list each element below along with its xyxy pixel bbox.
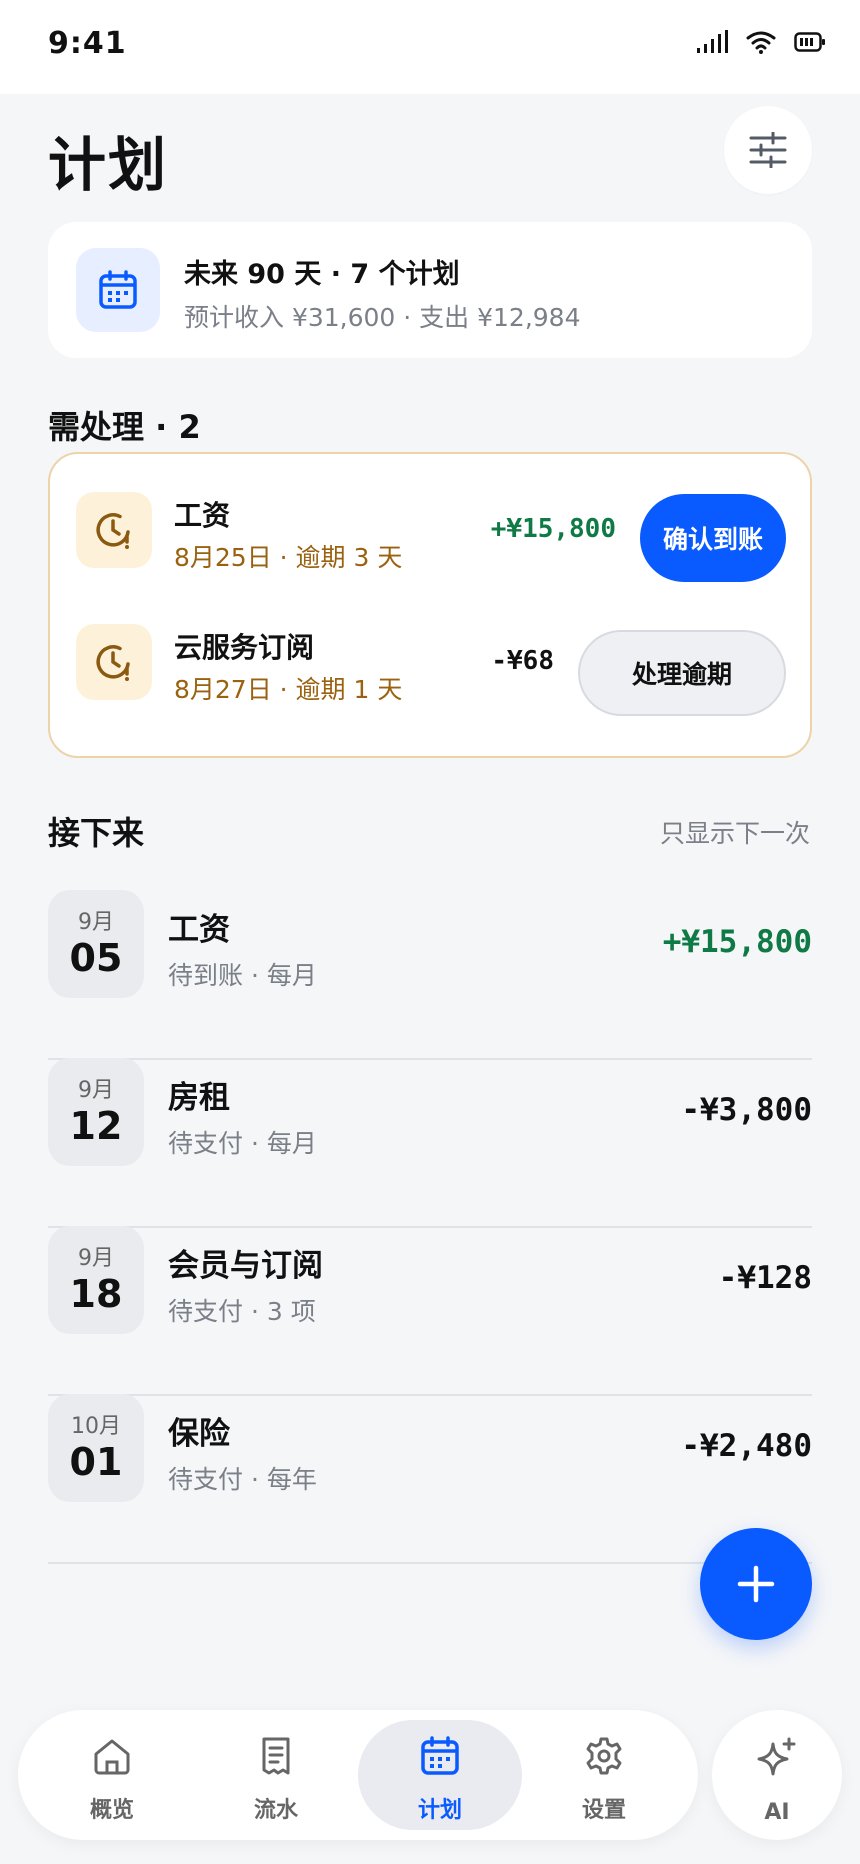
attention-item-name: 工资 [174,499,231,532]
date-month: 9月 [78,1246,114,1271]
attention-item-amount: -¥68 [491,646,554,676]
tab-label: 流水 [253,1798,298,1823]
handle-overdue-button[interactable]: 处理逾期 [578,630,786,716]
date-month: 9月 [78,910,114,935]
plus-icon [737,1565,775,1603]
overdue-clock-box [76,624,152,700]
show-next-only-toggle[interactable]: 只显示下一次 [660,814,810,850]
signal-icon [697,30,728,53]
row-amount: +¥15,800 [662,924,812,960]
row-meta: 待支付 · 3 项 [168,1297,316,1326]
row-amount: -¥2,480 [681,1428,812,1464]
summary-title: 未来 90 天 · 7 个计划 [184,259,460,290]
overdue-clock-icon [96,513,130,549]
battery-icon [794,32,825,52]
row-name: 工资 [168,912,230,948]
upcoming-row[interactable]: 9月 12 房租 待支付 · 每月 -¥3,800 [48,1058,812,1228]
row-amount: -¥3,800 [681,1092,812,1128]
tab-bar: 概览 流水 计划 设置 [18,1710,698,1840]
date-badge: 10月 01 [48,1394,144,1502]
overdue-clock-icon [96,645,130,681]
upcoming-row[interactable]: 9月 18 会员与订阅 待支付 · 3 项 -¥128 [48,1226,812,1396]
add-plan-button[interactable] [700,1528,812,1640]
tab-transactions[interactable]: 流水 [194,1720,358,1830]
confirm-received-button[interactable]: 确认到账 [640,494,786,582]
tab-plan[interactable]: 计划 [358,1720,522,1830]
attention-title: 需处理 · 2 [48,408,201,446]
date-day: 12 [69,1104,123,1148]
attention-item[interactable]: 工资 8月25日 · 逾期 3 天 +¥15,800 确认到账 [50,478,810,582]
row-meta: 待到账 · 每月 [168,961,317,990]
summary-icon-box [76,248,160,332]
sparkle-icon [757,1737,796,1776]
upcoming-row[interactable]: 9月 05 工资 待到账 · 每月 +¥15,800 [48,890,812,1060]
row-meta: 待支付 · 每年 [168,1465,317,1494]
tab-settings[interactable]: 设置 [522,1720,686,1830]
filter-button[interactable] [724,106,812,194]
ai-label: AI [764,1800,790,1825]
status-bar: 9:41 [0,0,860,94]
calendar-icon [421,1736,459,1775]
gear-icon [586,1737,622,1775]
overdue-clock-box [76,492,152,568]
date-day: 18 [69,1272,123,1316]
status-icons [696,30,826,54]
attention-item[interactable]: 云服务订阅 8月27日 · 逾期 1 天 -¥68 处理逾期 [50,610,810,716]
row-name: 保险 [168,1416,230,1452]
page-title: 计划 [48,131,169,199]
receipt-icon [262,1737,290,1775]
tab-overview[interactable]: 概览 [30,1720,194,1830]
attention-card: 工资 8月25日 · 逾期 3 天 +¥15,800 确认到账 云服务订阅 8月… [48,452,812,758]
date-badge: 9月 18 [48,1226,144,1334]
row-amount: -¥128 [718,1260,812,1296]
date-badge: 9月 12 [48,1058,144,1166]
wifi-icon [746,31,776,54]
date-day: 05 [69,936,123,980]
summary-subtitle: 预计收入 ¥31,600 · 支出 ¥12,984 [184,303,581,332]
row-meta: 待支付 · 每月 [168,1129,317,1158]
attention-item-amount: +¥15,800 [490,514,616,544]
summary-card[interactable]: 未来 90 天 · 7 个计划 预计收入 ¥31,600 · 支出 ¥12,98… [48,222,812,358]
tab-label: 概览 [89,1798,134,1823]
status-time: 9:41 [48,26,127,61]
ai-assistant-button[interactable]: AI [712,1710,842,1840]
attention-item-meta: 8月27日 · 逾期 1 天 [174,675,403,704]
sliders-icon [749,132,787,168]
attention-item-name: 云服务订阅 [174,631,315,664]
row-name: 房租 [168,1080,230,1116]
calendar-icon [99,270,137,309]
upcoming-title: 接下来 [48,814,145,852]
home-icon [94,1739,130,1775]
attention-item-meta: 8月25日 · 逾期 3 天 [174,543,403,572]
date-badge: 9月 05 [48,890,144,998]
tab-label: 计划 [417,1798,462,1823]
date-month: 9月 [78,1078,114,1103]
tab-label: 设置 [581,1798,626,1823]
row-name: 会员与订阅 [168,1248,323,1284]
date-day: 01 [69,1440,123,1484]
date-month: 10月 [71,1414,121,1439]
upcoming-row[interactable]: 10月 01 保险 待支付 · 每年 -¥2,480 [48,1394,812,1564]
